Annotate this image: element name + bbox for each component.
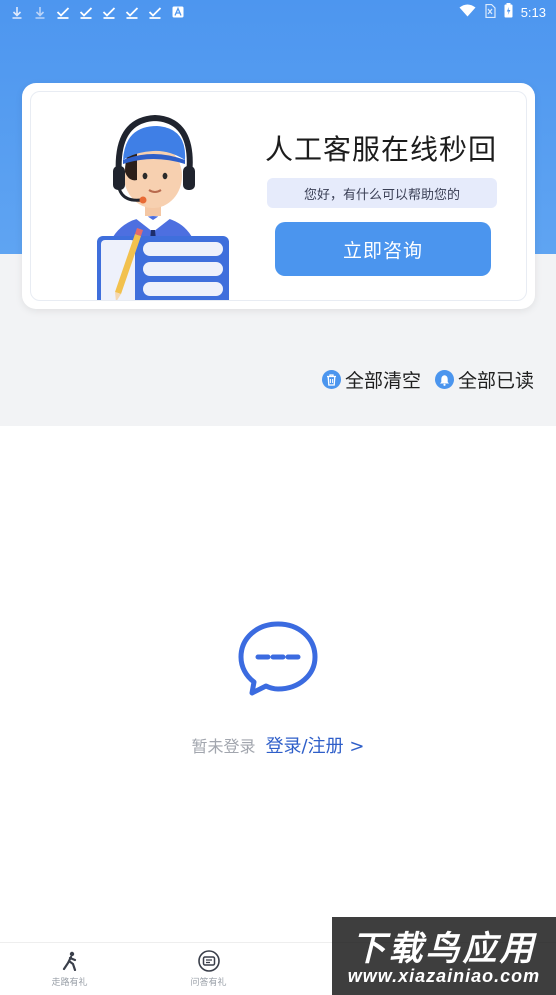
card-subtitle: 您好，有什么可以帮助您的 <box>267 178 497 208</box>
clear-all-label: 全部清空 <box>344 370 421 392</box>
check-icon <box>79 5 93 19</box>
login-prompt: 暂未登录 登录/注册 > <box>0 732 556 758</box>
watermark-title: 下载鸟应用 <box>351 929 537 969</box>
consult-now-button[interactable]: 立即咨询 <box>275 222 491 276</box>
text-a-icon <box>171 5 185 19</box>
wifi-icon <box>459 4 476 20</box>
mark-all-read-label: 全部已读 <box>457 370 534 392</box>
nav-label-walking: 走路有礼 <box>51 978 88 988</box>
watermark-url: www.xiazainiao.com <box>347 966 541 986</box>
watermark-logo: 下载鸟应用 www.xiazainiao.com <box>332 917 556 995</box>
clear-all-button[interactable]: 全部清空 <box>321 366 421 393</box>
check-icon <box>148 5 162 19</box>
bell-icon <box>434 370 454 389</box>
download-icon <box>33 5 47 19</box>
message-list-empty: 暂未登录 登录/注册 > <box>0 426 556 942</box>
customer-service-card: 人工客服在线秒回 您好，有什么可以帮助您的 立即咨询 <box>22 83 535 309</box>
status-bar: 5:13 <box>0 0 556 24</box>
walking-icon <box>59 950 81 972</box>
check-icon <box>125 5 139 19</box>
battery-icon <box>504 3 513 21</box>
customer-service-card-inner: 人工客服在线秒回 您好，有什么可以帮助您的 立即咨询 <box>30 91 527 301</box>
not-logged-in-text: 暂未登录 <box>191 737 256 756</box>
trash-icon <box>321 370 341 389</box>
download-icon <box>10 5 24 19</box>
chat-bubble-icon <box>238 621 318 696</box>
sim-icon <box>484 3 496 21</box>
nav-item-quiz[interactable]: 问答有礼 <box>139 943 278 995</box>
card-title: 人工客服在线秒回 <box>265 133 498 166</box>
mark-all-read-button[interactable]: 全部已读 <box>434 366 534 393</box>
quiz-icon <box>197 950 220 972</box>
message-actions: 全部清空 全部已读 <box>321 366 534 393</box>
check-icon <box>102 5 116 19</box>
nav-item-walking[interactable]: 走路有礼 <box>0 943 139 995</box>
support-agent-illustration <box>97 114 229 300</box>
system-icons: 5:13 <box>459 3 546 21</box>
status-time: 5:13 <box>520 4 546 20</box>
notification-icons <box>10 5 185 19</box>
login-register-link[interactable]: 登录/注册 > <box>266 732 365 758</box>
nav-label-quiz: 问答有礼 <box>190 978 227 988</box>
check-icon <box>56 5 70 19</box>
